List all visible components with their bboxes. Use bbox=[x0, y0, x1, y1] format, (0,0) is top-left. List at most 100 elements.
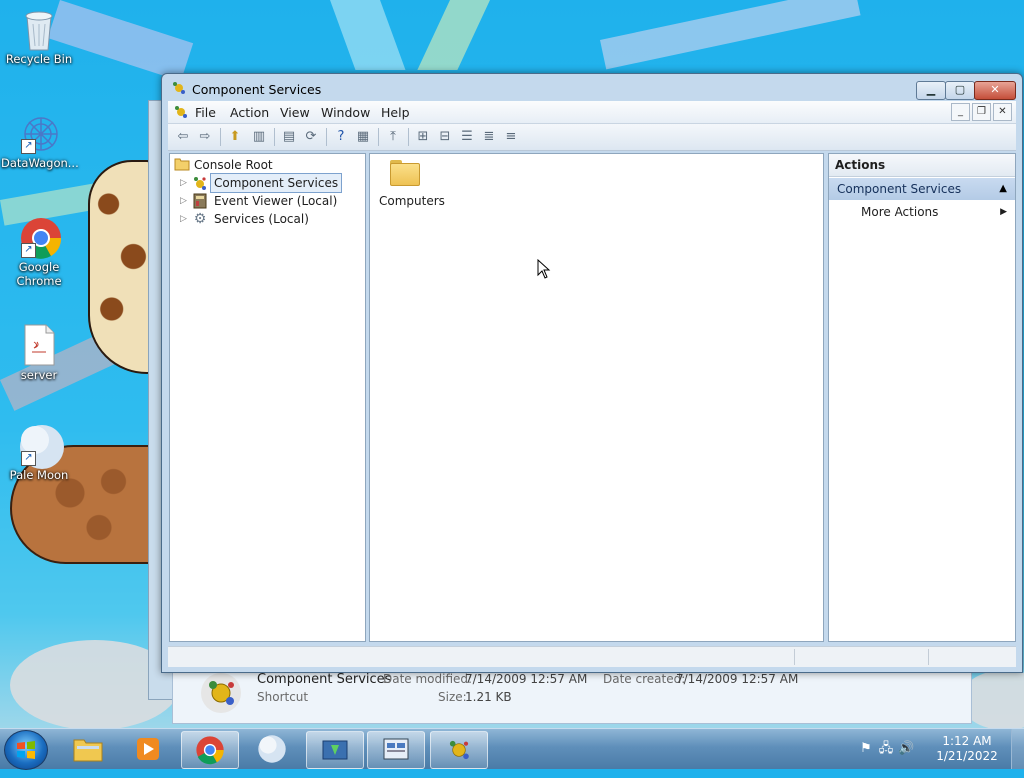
details-date-created: 7/14/2009 12:57 AM bbox=[676, 672, 799, 686]
component-services-icon bbox=[172, 81, 186, 95]
submenu-arrow-icon: ▶ bbox=[1000, 207, 1007, 217]
show-hide-console-tree-icon[interactable]: ▥ bbox=[250, 128, 268, 146]
recycle-bin-icon bbox=[19, 8, 59, 51]
folder-icon bbox=[390, 160, 420, 186]
desktop-icon-label: Google Chrome bbox=[16, 260, 62, 288]
show-hide-action-pane-icon[interactable]: ▦ bbox=[354, 128, 372, 146]
details-date-modified: 7/14/2009 12:57 AM bbox=[465, 672, 588, 686]
taskbar-explorer-button[interactable] bbox=[60, 731, 116, 767]
maximize-button[interactable]: ▢ bbox=[945, 81, 975, 100]
clock-time: 1:12 AM bbox=[942, 734, 992, 748]
actions-section-label: Component Services bbox=[837, 182, 962, 196]
desktop-icon-recycle-bin[interactable]: Recycle Bin bbox=[1, 8, 77, 66]
close-button[interactable]: ✕ bbox=[974, 81, 1016, 100]
details-date-modified-label: Date modified: bbox=[383, 672, 473, 686]
large-icons-view-icon[interactable]: ⊞ bbox=[414, 128, 432, 146]
network-icon[interactable]: 🖧 bbox=[878, 741, 894, 757]
toolbar-separator bbox=[326, 128, 327, 146]
desktop-icon-label: server bbox=[20, 368, 58, 382]
volume-icon[interactable]: 🔊 bbox=[898, 741, 914, 757]
menu-file[interactable]: File bbox=[195, 105, 216, 120]
detail-view-icon[interactable]: ≣ bbox=[480, 128, 498, 146]
component-services-window[interactable]: Component Services ▁ ▢ ✕ File Action Vie… bbox=[161, 73, 1023, 673]
taskbar-component-services-button[interactable] bbox=[430, 731, 488, 769]
component-services-icon bbox=[192, 175, 208, 191]
desktop-icon-google-chrome[interactable]: ↗ Google Chrome bbox=[1, 216, 77, 288]
desktop-icon-label: Recycle Bin bbox=[5, 52, 73, 66]
mdi-close-button[interactable]: ✕ bbox=[993, 103, 1012, 121]
expand-arrow-icon[interactable]: ▷ bbox=[180, 174, 187, 192]
refresh-icon[interactable]: ⟳ bbox=[302, 128, 320, 146]
taskbar-chrome-button[interactable] bbox=[181, 731, 239, 769]
desktop-icon-datawagon[interactable]: ↗ DataWagon... bbox=[1, 112, 79, 170]
windows-logo-icon bbox=[17, 741, 35, 759]
tree-item-label: Console Root bbox=[194, 158, 273, 172]
menu-window[interactable]: Window bbox=[321, 105, 370, 120]
expand-arrow-icon[interactable]: ▷ bbox=[180, 192, 187, 210]
status-bar-separator bbox=[928, 649, 929, 665]
results-pane[interactable]: Computers bbox=[369, 153, 824, 642]
forward-icon[interactable]: ⇨ bbox=[196, 128, 214, 146]
action-more-actions[interactable]: More Actions bbox=[861, 204, 938, 220]
taskbar: ⚑ 🖧 🔊 1:12 AM 1/21/2022 bbox=[0, 728, 1024, 770]
chrome-icon: ↗ bbox=[19, 216, 62, 259]
title-bar[interactable]: Component Services ▁ ▢ ✕ bbox=[162, 74, 1022, 102]
component-services-icon[interactable] bbox=[174, 105, 188, 122]
desktop-icon-server[interactable]: server bbox=[1, 324, 77, 382]
taskbar-pale-moon-button[interactable] bbox=[244, 731, 300, 767]
clock[interactable]: 1:12 AM 1/21/2022 bbox=[932, 734, 1002, 764]
java-file-icon bbox=[19, 324, 59, 366]
folder-icon bbox=[174, 157, 190, 173]
download-manager-icon bbox=[322, 740, 348, 760]
export-list-icon[interactable]: ⤒ bbox=[384, 128, 402, 146]
tree-item-label: Event Viewer (Local) bbox=[214, 194, 338, 208]
status-view-icon[interactable]: ≡ bbox=[502, 128, 520, 146]
toolbar: ⇦ ⇨ ⬆ ▥ ▤ ⟳ ? ▦ ⤒ ⊞ ⊟ ☰ ≣ ≡ bbox=[168, 124, 1016, 151]
menu-action[interactable]: Action bbox=[230, 105, 269, 120]
details-size: 1.21 KB bbox=[465, 690, 512, 704]
desktop-icon-label: Pale Moon bbox=[9, 468, 69, 482]
taskbar-control-panel-button[interactable] bbox=[367, 731, 425, 769]
console-tree[interactable]: Console Root ▷ Component Services ▷ Even… bbox=[169, 153, 366, 642]
status-bar-separator bbox=[794, 649, 795, 665]
clock-date: 1/21/2022 bbox=[936, 749, 998, 763]
chrome-icon bbox=[196, 736, 224, 765]
start-button[interactable] bbox=[4, 730, 48, 770]
taskbar-download-manager-button[interactable] bbox=[306, 731, 364, 769]
desktop-icon-label: DataWagon... bbox=[1, 156, 79, 170]
client-area: Console Root ▷ Component Services ▷ Even… bbox=[168, 152, 1016, 645]
component-services-icon bbox=[201, 673, 241, 713]
file-explorer-icon bbox=[73, 739, 103, 762]
back-icon[interactable]: ⇦ bbox=[174, 128, 192, 146]
details-size-label: Size: bbox=[438, 690, 467, 704]
mouse-cursor-icon bbox=[537, 259, 551, 279]
details-file-name: Component Services bbox=[257, 672, 392, 687]
component-services-icon bbox=[449, 740, 469, 760]
pale-moon-icon: ↗ bbox=[19, 424, 64, 469]
up-folder-icon[interactable]: ⬆ bbox=[226, 128, 244, 146]
details-type: Shortcut bbox=[257, 690, 309, 704]
list-view-icon[interactable]: ☰ bbox=[458, 128, 476, 146]
actions-section-component-services[interactable]: Component Services ▲ bbox=[829, 178, 1015, 200]
show-desktop-button[interactable] bbox=[1011, 729, 1024, 769]
menu-help[interactable]: Help bbox=[381, 105, 410, 120]
list-item-label: Computers bbox=[379, 194, 445, 208]
expand-arrow-icon[interactable]: ▷ bbox=[180, 210, 187, 228]
mdi-restore-button[interactable]: ❐ bbox=[972, 103, 991, 121]
help-icon[interactable]: ? bbox=[332, 128, 350, 146]
toolbar-separator bbox=[378, 128, 379, 146]
desktop-icon-pale-moon[interactable]: ↗ Pale Moon bbox=[1, 424, 77, 482]
properties-icon[interactable]: ▤ bbox=[280, 128, 298, 146]
status-bar bbox=[168, 646, 1016, 667]
tree-item-label: Component Services bbox=[210, 173, 343, 193]
menu-view[interactable]: View bbox=[280, 105, 310, 120]
datawagon-icon: ↗ bbox=[19, 112, 59, 154]
menu-bar: File Action View Window Help _ ❐ ✕ bbox=[168, 101, 1016, 124]
wallpaper-giraffe bbox=[88, 160, 154, 374]
taskbar-media-player-button[interactable] bbox=[120, 731, 176, 767]
mdi-minimize-button[interactable]: _ bbox=[951, 103, 970, 121]
small-icons-view-icon[interactable]: ⊟ bbox=[436, 128, 454, 146]
collapse-up-icon[interactable]: ▲ bbox=[999, 178, 1007, 200]
action-center-flag-icon[interactable]: ⚑ bbox=[858, 741, 874, 757]
minimize-button[interactable]: ▁ bbox=[916, 81, 946, 100]
